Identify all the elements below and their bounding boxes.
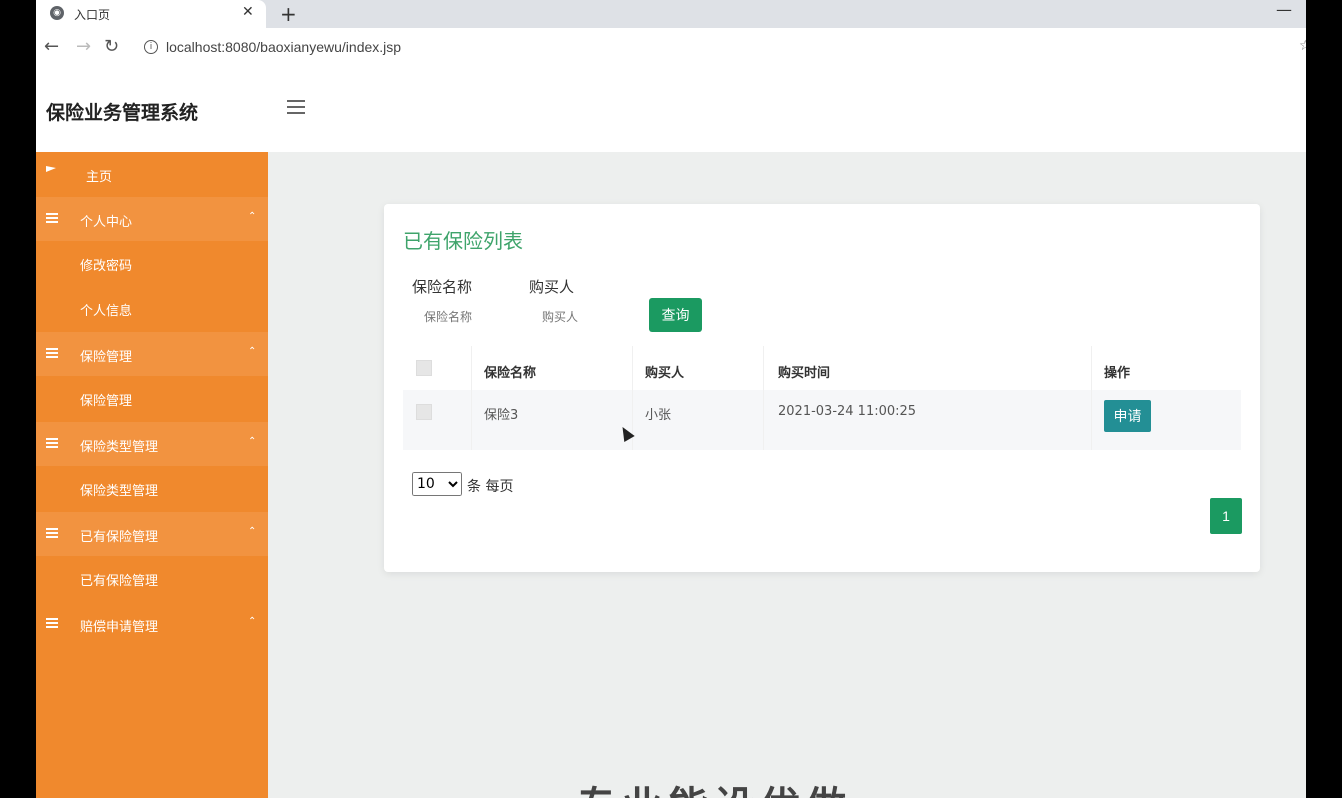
browser-window: ◉ 入口页 ✕ + — ← → ↻ i localhost:8080/baoxi… [36,0,1306,798]
sidebar-item-label: 保险管理 [80,350,133,365]
reload-icon[interactable]: ↻ [104,36,119,57]
page-size-select[interactable]: 10 [412,472,462,496]
chevron-up-icon: ⌃ [248,616,257,627]
bookmark-star-icon[interactable]: ☆ [1299,38,1306,54]
buyer-input[interactable] [542,302,644,332]
close-tab-icon[interactable]: ✕ [242,4,254,20]
table-row: 保险3 小张 2021-03-24 11:00:25 申请 [403,390,1241,450]
cell-insurance-name: 保险3 [484,408,519,423]
banner-text: 专业能设优做 [576,774,852,798]
apply-button[interactable]: 申请 [1104,400,1151,432]
sidebar-group-owned-insurance[interactable]: 已有保险管理 ⌃ [36,512,268,556]
page-title: 已有保险列表 [403,229,523,253]
browser-tab[interactable]: ◉ 入口页 ✕ [36,0,266,28]
sidebar-item-label: 个人信息 [80,304,133,319]
insurance-name-input[interactable] [424,302,526,332]
insurance-name-label: 保险名称 [412,278,473,296]
minimize-button[interactable]: — [1276,0,1292,19]
column-divider [763,346,764,450]
sidebar-item-insurance-manage[interactable]: 保险管理 [36,376,268,421]
url-text[interactable]: localhost:8080/baoxianyewu/index.jsp [166,39,401,55]
sidebar-item-label: 已有保险管理 [80,530,159,545]
sidebar: 主页 个人中心 ⌃ 修改密码 个人信息 保险管理 ⌃ 保险管理 保险类型管理 ⌃… [36,152,268,798]
address-bar: ← → ↻ i localhost:8080/baoxianyewu/index… [36,28,1306,69]
row-checkbox[interactable] [416,404,432,420]
hamburger-menu-icon[interactable] [287,100,305,118]
tab-bar: ◉ 入口页 ✕ + — [36,0,1306,28]
sidebar-group-insurance[interactable]: 保险管理 ⌃ [36,332,268,376]
sidebar-item-personal-info[interactable]: 个人信息 [36,286,268,331]
info-icon[interactable]: i [144,40,158,54]
sidebar-item-owned-insurance-manage[interactable]: 已有保险管理 [36,556,268,601]
cell-buyer: 小张 [645,408,672,423]
column-header-buyer: 购买人 [645,366,685,381]
chevron-up-icon: ⌃ [248,436,257,447]
column-header-time: 购买时间 [778,366,831,381]
sidebar-item-label: 保险类型管理 [80,440,159,455]
list-icon [46,618,58,628]
sidebar-item-label: 个人中心 [80,215,133,230]
back-icon[interactable]: ← [44,36,59,57]
app-title: 保险业务管理系统 [46,102,199,124]
per-page-label: 条 每页 [467,479,514,495]
sidebar-item-insurance-type-manage[interactable]: 保险类型管理 [36,466,268,511]
sidebar-item-label: 保险管理 [80,394,133,409]
column-header-action: 操作 [1104,366,1131,381]
forward-icon[interactable]: → [76,36,91,57]
url-field[interactable]: i localhost:8080/baoxianyewu/index.jsp ☆ [136,34,1306,62]
select-all-checkbox[interactable] [416,360,432,376]
sidebar-item-label: 赔偿申请管理 [80,620,159,635]
query-button[interactable]: 查询 [649,298,702,332]
list-icon [46,348,58,358]
column-header-name: 保险名称 [484,366,537,381]
flag-icon [46,166,56,172]
column-divider [471,346,472,450]
page-1-button[interactable]: 1 [1210,498,1242,534]
list-icon [46,213,58,223]
list-icon [46,528,58,538]
chevron-up-icon: ⌃ [248,211,257,222]
sidebar-group-claim[interactable]: 赔偿申请管理 ⌃ [36,602,268,646]
sidebar-item-label: 保险类型管理 [80,484,159,499]
sidebar-item-label: 已有保险管理 [80,574,159,589]
buyer-label: 购买人 [529,278,575,296]
chevron-up-icon: ⌃ [248,346,257,357]
sidebar-item-home[interactable]: 主页 [36,152,268,196]
sidebar-item-change-password[interactable]: 修改密码 [36,241,268,286]
new-tab-button[interactable]: + [280,2,297,26]
list-icon [46,438,58,448]
globe-icon: ◉ [50,6,64,20]
cell-purchase-time: 2021-03-24 11:00:25 [778,404,917,419]
sidebar-group-personal-center[interactable]: 个人中心 ⌃ [36,197,268,241]
column-divider [1091,346,1092,450]
sidebar-group-insurance-type[interactable]: 保险类型管理 ⌃ [36,422,268,466]
tab-title: 入口页 [74,8,111,22]
list-card: 已有保险列表 保险名称 购买人 查询 保险名称 购买人 购买时间 操作 保险3 … [384,204,1260,572]
sidebar-item-label: 主页 [86,170,113,185]
chevron-up-icon: ⌃ [248,526,257,537]
main-content: 已有保险列表 保险名称 购买人 查询 保险名称 购买人 购买时间 操作 保险3 … [268,152,1306,798]
app-header: 保险业务管理系统 [36,68,1306,152]
sidebar-item-label: 修改密码 [80,259,133,274]
table-header: 保险名称 购买人 购买时间 操作 [403,346,1241,391]
